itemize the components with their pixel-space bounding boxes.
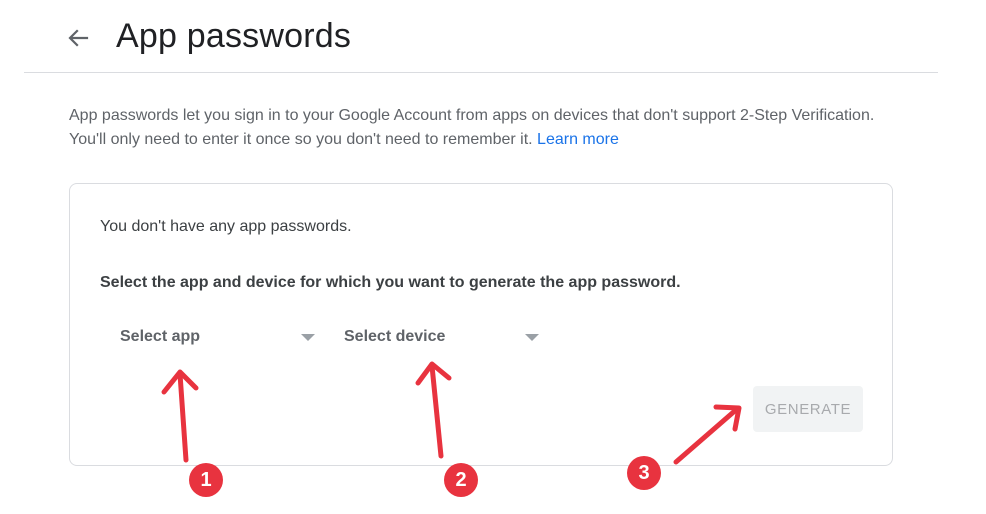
select-device-dropdown[interactable]: Select device <box>344 320 544 352</box>
instruction-text: Select the app and device for which you … <box>100 274 681 291</box>
app-password-card: You don't have any app passwords. Select… <box>69 183 893 466</box>
header-divider <box>24 72 938 73</box>
learn-more-link[interactable]: Learn more <box>537 131 619 148</box>
empty-state-message: You don't have any app passwords. <box>100 218 352 235</box>
arrow-left-icon[interactable] <box>64 24 92 52</box>
intro-text: App passwords let you sign in to your Go… <box>69 107 875 148</box>
app-passwords-page: App passwords App passwords let you sign… <box>0 0 986 514</box>
page-header: App passwords <box>0 0 986 72</box>
step-badge-1: 1 <box>189 463 223 497</box>
step-badge-3: 3 <box>627 456 661 490</box>
intro-description: App passwords let you sign in to your Go… <box>69 104 899 152</box>
step-badge-2: 2 <box>444 463 478 497</box>
select-app-label: Select app <box>120 328 201 345</box>
select-app-dropdown[interactable]: Select app <box>120 320 320 352</box>
select-device-label: Select device <box>344 328 446 345</box>
page-title: App passwords <box>116 17 352 55</box>
dropdown-arrow-icon <box>301 334 315 341</box>
generate-button[interactable]: GENERATE <box>753 386 863 432</box>
dropdown-arrow-icon <box>525 334 539 341</box>
